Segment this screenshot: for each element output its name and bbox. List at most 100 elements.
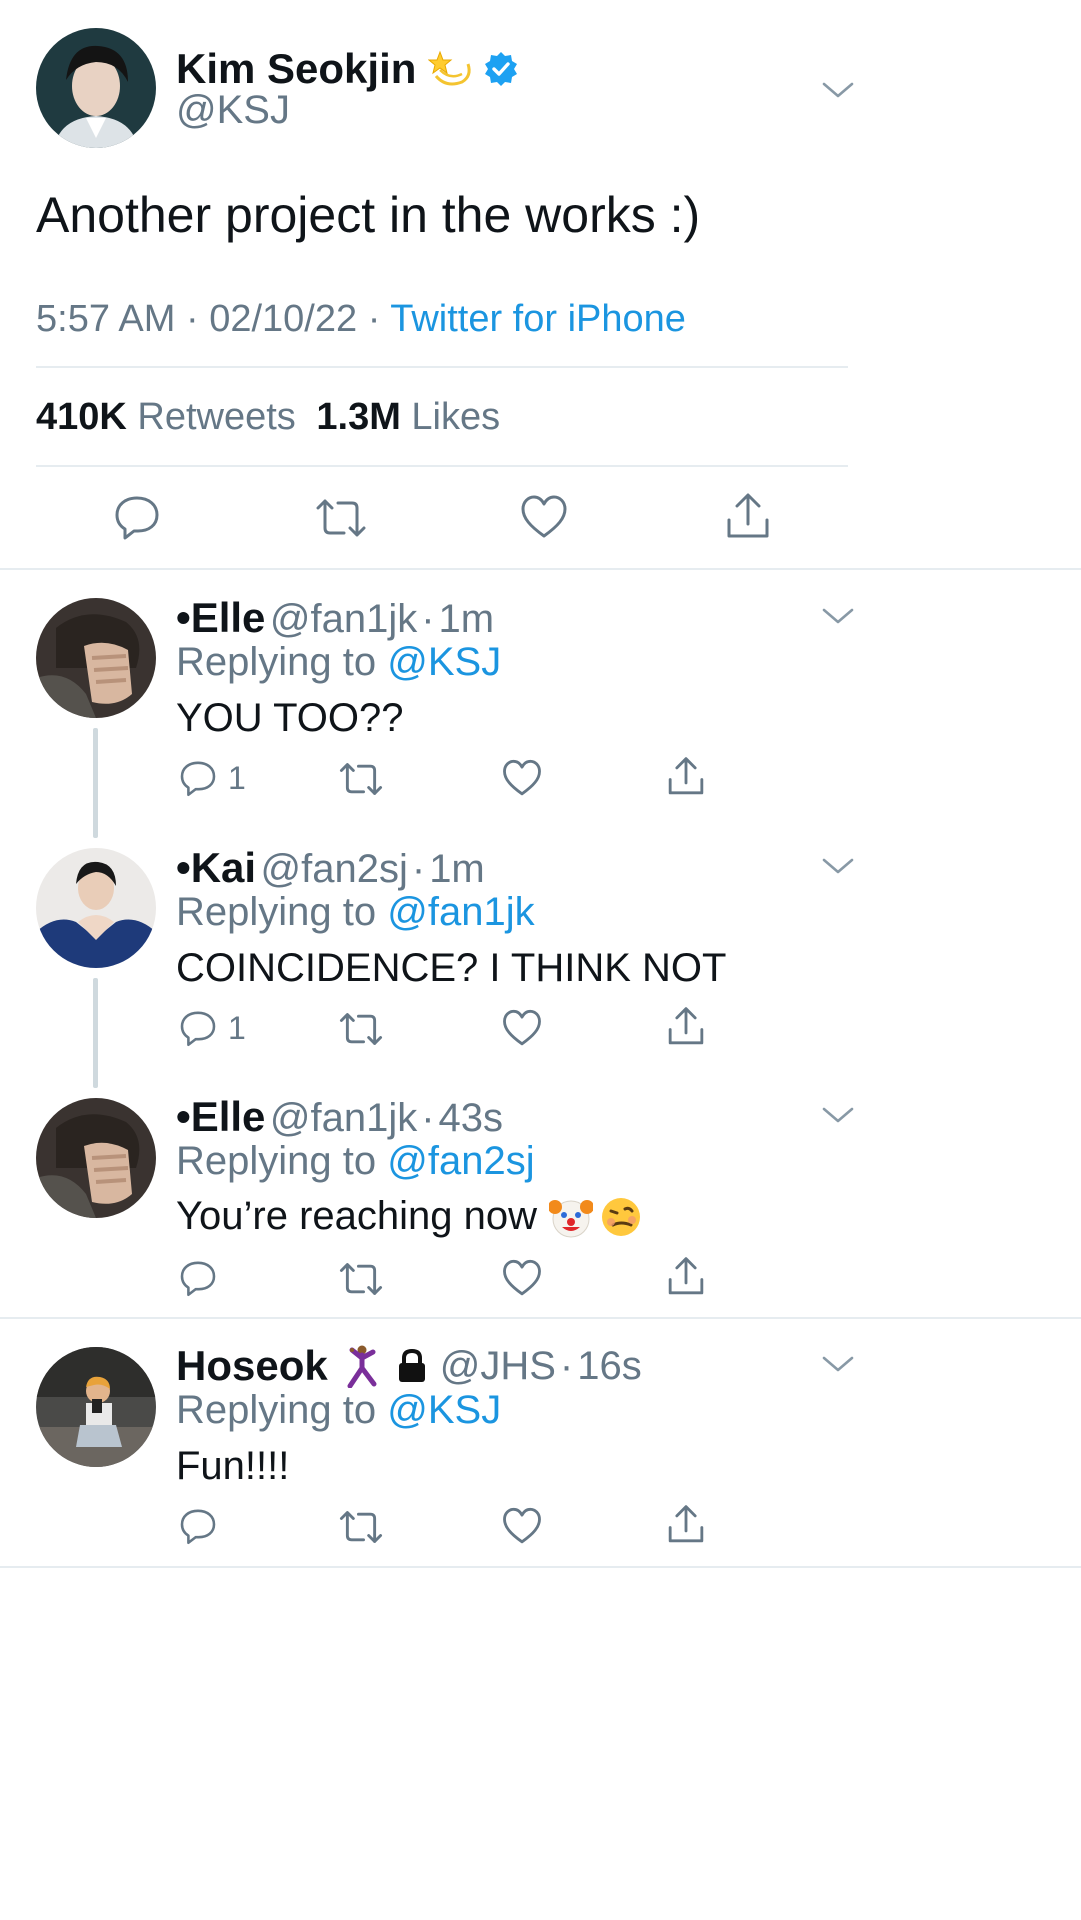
retweet-icon[interactable] (338, 1260, 384, 1298)
thread-line (93, 978, 98, 1088)
header-separator: · (421, 1096, 435, 1140)
woozy-face-icon (599, 1195, 643, 1239)
reply-icon[interactable] (178, 1258, 218, 1298)
reply-icon[interactable] (112, 492, 162, 542)
divider (36, 465, 848, 467)
replying-to-link[interactable]: @KSJ (387, 640, 501, 684)
reply-count: 1 (228, 759, 246, 796)
reply-action[interactable] (178, 1506, 218, 1546)
reply-icon[interactable] (178, 1506, 218, 1546)
reply-action[interactable]: 1 (178, 1008, 246, 1048)
likes-label[interactable]: Likes (411, 396, 500, 438)
reply-header: •Kai @fan2sj · 1m (176, 844, 485, 892)
reply-icon[interactable] (178, 758, 218, 798)
clown-face-icon (548, 1195, 594, 1239)
share-icon[interactable] (666, 1006, 706, 1048)
share-icon[interactable] (666, 1256, 706, 1298)
meta-separator: · (367, 298, 381, 340)
reply-handle[interactable]: @fan1jk (270, 597, 417, 641)
meta-separator: · (185, 298, 199, 340)
reply-count: 1 (228, 1009, 246, 1046)
thread-line (93, 728, 98, 838)
lock-icon (396, 1348, 428, 1384)
reply-name[interactable]: •Elle (176, 594, 265, 641)
share-icon[interactable] (666, 756, 706, 798)
retweets-label[interactable]: Retweets (137, 396, 295, 438)
tweet-time: 5:57 AM (36, 298, 176, 340)
header-separator: · (559, 1343, 574, 1388)
replying-to: Replying to @fan2sj (176, 1139, 535, 1184)
reply-handle[interactable]: @fan1jk (270, 1096, 417, 1140)
replying-label: Replying to (176, 890, 377, 934)
reply-name[interactable]: •Elle (176, 1093, 265, 1140)
like-icon[interactable] (502, 758, 542, 798)
like-icon[interactable] (502, 1008, 542, 1048)
author-name[interactable]: Kim Seokjin (176, 45, 416, 93)
reply-text: YOU TOO?? (176, 696, 404, 740)
reply-action[interactable] (178, 1258, 218, 1298)
replying-label: Replying to (176, 640, 377, 684)
reply-name[interactable]: Hoseok (176, 1342, 328, 1390)
reply-time[interactable]: 16s (577, 1344, 642, 1389)
reply-icon[interactable] (178, 1008, 218, 1048)
chevron-down-icon[interactable] (820, 854, 856, 878)
reply-time[interactable]: 43s (439, 1096, 504, 1140)
tweet-source-link[interactable]: Twitter for iPhone (390, 298, 686, 340)
divider (0, 1566, 1081, 1568)
tweet-stats: 410K Retweets 1.3M Likes (36, 396, 500, 439)
retweets-count[interactable]: 410K (36, 396, 127, 438)
likes-count[interactable]: 1.3M (316, 396, 400, 438)
share-icon[interactable] (666, 1504, 706, 1546)
replying-to-link[interactable]: @fan1jk (387, 890, 534, 934)
reply-handle[interactable]: @fan2sj (261, 847, 408, 891)
author-handle[interactable]: @KSJ (176, 88, 290, 133)
replying-label: Replying to (176, 1139, 377, 1183)
reply-header: •Elle @fan1jk · 1m (176, 594, 494, 642)
reply-text: You’re reaching now (176, 1194, 537, 1238)
replying-to: Replying to @fan1jk (176, 890, 535, 935)
reply-text: Fun!!!! (176, 1444, 290, 1488)
reply-text: COINCIDENCE? I THINK NOT (176, 946, 727, 990)
share-icon[interactable] (724, 492, 772, 542)
replying-to-link[interactable]: @fan2sj (387, 1139, 534, 1183)
chevron-down-icon[interactable] (820, 1103, 856, 1127)
tweet-date: 02/10/22 (209, 298, 358, 340)
author-avatar[interactable] (36, 28, 156, 148)
chevron-down-icon[interactable] (820, 1352, 856, 1376)
reply-handle[interactable]: @JHS (440, 1344, 556, 1389)
reply-avatar[interactable] (36, 598, 156, 718)
divider (0, 568, 1081, 570)
like-icon[interactable] (502, 1258, 542, 1298)
verified-badge-icon (482, 50, 520, 88)
replying-label: Replying to (176, 1388, 377, 1432)
header-separator: · (421, 597, 435, 641)
like-icon[interactable] (502, 1506, 542, 1546)
retweet-icon[interactable] (338, 760, 384, 798)
chevron-down-icon[interactable] (820, 604, 856, 628)
dancing-man-icon (344, 1344, 380, 1389)
reply-header: Hoseok @JHS · 16s (176, 1342, 642, 1390)
replying-to-link[interactable]: @KSJ (387, 1388, 501, 1432)
like-icon[interactable] (520, 494, 568, 540)
tweet-meta: 5:57 AM · 02/10/22 · Twitter for iPhone (36, 298, 686, 341)
header-separator: · (411, 847, 426, 891)
reply-action[interactable]: 1 (178, 758, 246, 798)
author-name-row: Kim Seokjin (176, 44, 520, 94)
reply-text-row: You’re reaching now (176, 1194, 643, 1239)
reply-header: •Elle @fan1jk · 43s (176, 1093, 503, 1141)
retweet-icon[interactable] (314, 496, 368, 540)
retweet-icon[interactable] (338, 1010, 384, 1048)
chevron-down-icon[interactable] (820, 78, 856, 102)
replying-to: Replying to @KSJ (176, 640, 501, 685)
reply-name[interactable]: •Kai (176, 844, 256, 891)
reply-time[interactable]: 1m (429, 847, 485, 891)
dizzy-star-icon (428, 46, 474, 92)
retweet-icon[interactable] (338, 1508, 384, 1546)
reply-avatar[interactable] (36, 1098, 156, 1218)
reply-time[interactable]: 1m (439, 597, 495, 641)
replying-to: Replying to @KSJ (176, 1388, 501, 1433)
divider (36, 366, 848, 368)
reply-avatar[interactable] (36, 1347, 156, 1467)
reply-avatar[interactable] (36, 848, 156, 968)
tweet-text: Another project in the works :) (36, 187, 701, 243)
